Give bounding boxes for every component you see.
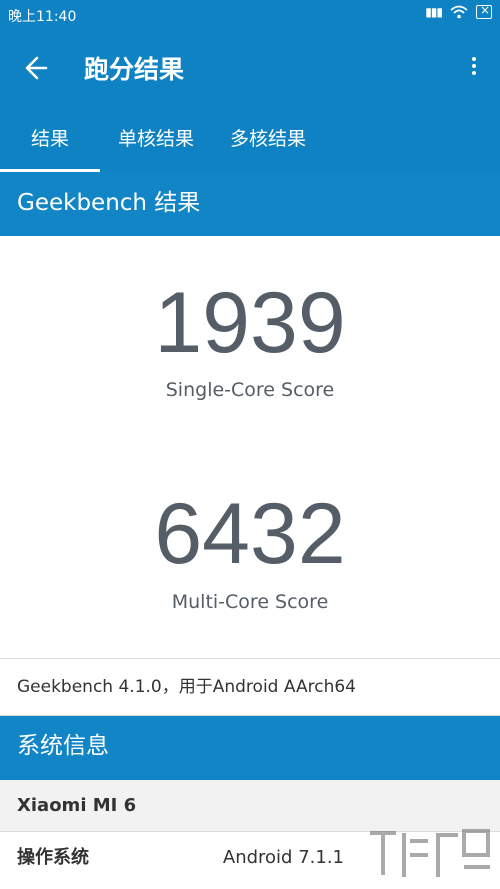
page-title: 跑分结果 [84, 55, 185, 84]
device-name: Xiaomi MI 6 [17, 795, 137, 816]
multi-core-score: 6432 [154, 486, 346, 582]
version-info: Geekbench 4.1.0，用于Android AArch64 [0, 658, 500, 716]
os-key: 操作系统 [17, 847, 89, 868]
app-bar: 跑分结果 [0, 28, 500, 108]
wifi-icon [450, 5, 468, 19]
watermark-logo [370, 829, 490, 877]
multi-core-label: Multi-Core Score [171, 591, 329, 613]
tab-single-core[interactable]: 单核结果 [104, 108, 208, 172]
system-info-header: 系统信息 [0, 716, 500, 780]
battery-icon [476, 3, 492, 19]
status-time: 晚上11:40 [8, 9, 77, 25]
status-icons: ▮▮▮ [425, 3, 492, 19]
signal-icon: ▮▮▮ [425, 5, 443, 19]
score-panel: 1939 Single-Core Score 6432 Multi-Core S… [0, 236, 500, 658]
results-header: Geekbench 结果 [0, 172, 500, 236]
os-value: Android 7.1.1 [222, 847, 344, 868]
status-bar: 晚上11:40 ▮▮▮ [0, 0, 500, 28]
single-core-score: 1939 [154, 275, 346, 371]
more-vert-icon[interactable] [470, 54, 478, 82]
back-arrow-icon[interactable] [20, 52, 56, 84]
tab-results[interactable]: 结果 [0, 108, 100, 172]
tab-bar: 结果 单核结果 多核结果 [0, 108, 500, 172]
single-core-label: Single-Core Score [165, 379, 335, 401]
tab-multi-core[interactable]: 多核结果 [216, 108, 320, 172]
